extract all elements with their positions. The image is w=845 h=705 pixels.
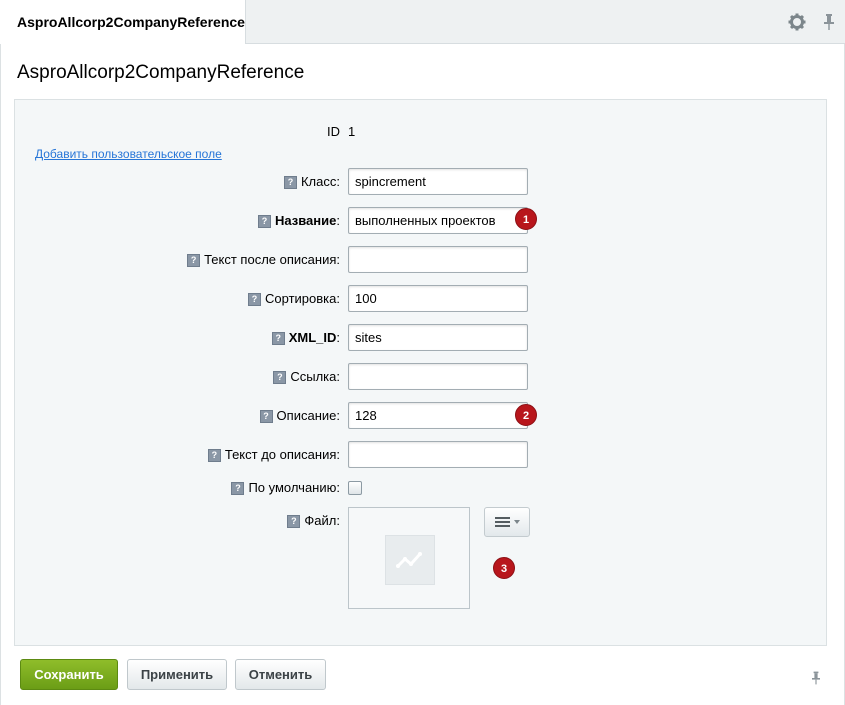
class-input[interactable]: [348, 168, 528, 195]
tab-bar: AsproAllcorp2CompanyReference: [0, 0, 845, 44]
help-icon[interactable]: ?: [248, 293, 262, 306]
help-icon[interactable]: ?: [283, 176, 297, 189]
field-label-xml-id: ? XML_ID:: [271, 330, 340, 345]
help-icon[interactable]: ?: [207, 449, 221, 462]
file-placeholder-icon: [385, 535, 435, 585]
menu-icon: [495, 517, 520, 527]
page-title: AsproAllcorp2CompanyReference: [17, 62, 305, 83]
field-label-description: ? Описание:: [259, 408, 340, 423]
xml-id-input[interactable]: [348, 324, 528, 351]
annotation-badge-3: 3: [493, 557, 515, 579]
help-icon[interactable]: ?: [187, 254, 201, 267]
help-icon[interactable]: ?: [258, 215, 271, 228]
link-input[interactable]: [348, 363, 528, 390]
field-label-class: ? Класс:: [283, 174, 340, 189]
file-upload-area[interactable]: [348, 507, 470, 609]
field-label-sort: ? Сортировка:: [248, 291, 340, 306]
gear-icon[interactable]: [787, 12, 807, 32]
text-before-input[interactable]: [348, 441, 528, 468]
id-value: 1: [348, 124, 356, 139]
text-after-input[interactable]: [348, 246, 528, 273]
field-label-text-after: ? Текст после описания:: [187, 252, 340, 267]
id-label: ID: [327, 124, 340, 139]
save-button[interactable]: Сохранить: [20, 659, 118, 690]
default-checkbox[interactable]: [348, 481, 362, 495]
sort-input[interactable]: [348, 285, 528, 312]
name-input[interactable]: [348, 207, 528, 234]
pin-icon[interactable]: [808, 668, 824, 688]
apply-button[interactable]: Применить: [127, 659, 227, 690]
field-label-link: ? Ссылка:: [273, 369, 340, 384]
field-label-text-before: ? Текст до описания:: [207, 447, 340, 462]
tab-company-reference[interactable]: AsproAllcorp2CompanyReference: [0, 0, 246, 44]
help-icon[interactable]: ?: [259, 410, 273, 423]
field-label-file: ? Файл:: [287, 513, 340, 528]
description-input[interactable]: [348, 402, 528, 429]
pin-icon[interactable]: [819, 12, 839, 32]
help-icon[interactable]: ?: [287, 515, 301, 528]
annotation-badge-1: 1: [515, 208, 537, 230]
help-icon[interactable]: ?: [231, 482, 245, 495]
field-label-name: ? Название:: [258, 213, 340, 228]
cancel-button[interactable]: Отменить: [235, 659, 326, 690]
annotation-badge-2: 2: [515, 404, 537, 426]
help-icon[interactable]: ?: [273, 371, 287, 384]
file-menu-button[interactable]: [484, 507, 530, 537]
add-user-field-link[interactable]: Добавить пользовательское поле: [35, 147, 222, 161]
help-icon[interactable]: ?: [271, 332, 285, 345]
field-label-default: ? По умолчанию:: [231, 480, 340, 495]
